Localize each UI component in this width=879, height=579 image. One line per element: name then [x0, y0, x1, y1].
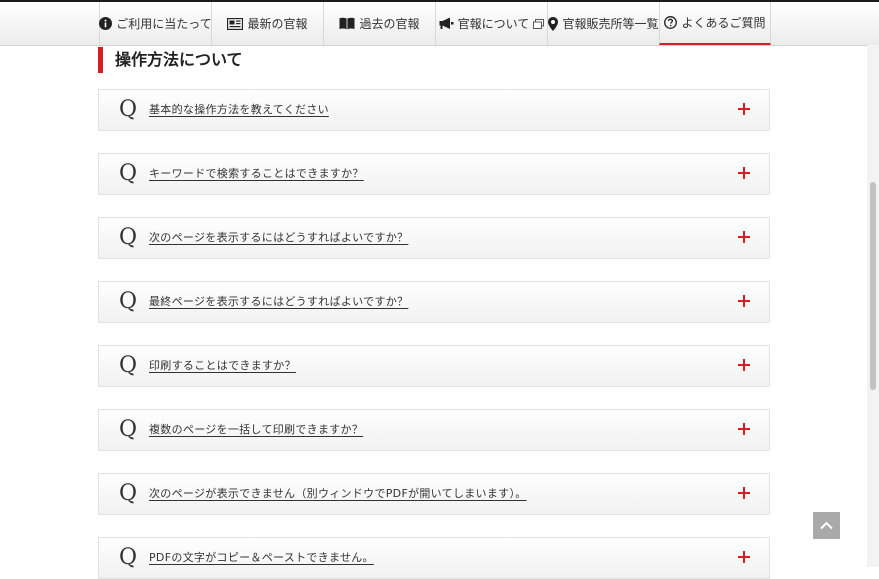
nav-item-past[interactable]: 過去の官報 [323, 2, 435, 45]
global-nav: ご利用に当たって 最新の官報 過去の官報 官報について 官報販売所等一覧 よくあ… [99, 2, 771, 45]
megaphone-icon [439, 17, 454, 30]
nav-item-label: 官報販売所等一覧 [562, 17, 659, 31]
plus-icon[interactable] [738, 103, 750, 115]
faq-item[interactable]: Q PDFの文字がコピー＆ペーストできません。 [98, 537, 770, 579]
faq-question[interactable]: 次のページが表示できません（別ウィンドウでPDFが開いてしまいます）。 [149, 486, 527, 502]
faq-item[interactable]: Q キーワードで検索することはできますか？ [98, 153, 770, 195]
nav-item-latest[interactable]: 最新の官報 [211, 2, 323, 45]
q-mark: Q [119, 161, 138, 186]
q-mark: Q [119, 353, 138, 378]
plus-icon[interactable] [738, 551, 750, 563]
newspaper-icon [227, 17, 244, 30]
plus-icon[interactable] [738, 295, 750, 307]
plus-icon[interactable] [738, 423, 750, 435]
book-icon [339, 17, 355, 30]
nav-item-label: 過去の官報 [359, 17, 420, 31]
faq-item[interactable]: Q 基本的な操作方法を教えてください [98, 89, 770, 131]
nav-item-label: ご利用に当たって [116, 17, 212, 31]
faq-item[interactable]: Q 次のページが表示できません（別ウィンドウでPDFが開いてしまいます）。 [98, 473, 770, 515]
nav-item-label: よくあるご質問 [681, 16, 766, 30]
back-to-top-button[interactable] [813, 512, 840, 539]
external-window-icon [533, 18, 545, 29]
global-nav-bar: ご利用に当たって 最新の官報 過去の官報 官報について 官報販売所等一覧 よくあ… [0, 2, 879, 46]
faq-question[interactable]: PDFの文字がコピー＆ペーストできません。 [149, 550, 374, 566]
faq-question[interactable]: 最終ページを表示するにはどうすればよいですか？ [149, 294, 408, 310]
scrollbar-thumb[interactable] [870, 182, 876, 390]
question-circle-icon [664, 16, 678, 29]
plus-icon[interactable] [738, 167, 750, 179]
q-mark: Q [119, 289, 138, 314]
nav-item-usage[interactable]: ご利用に当たって [99, 2, 212, 45]
plus-icon[interactable] [738, 359, 750, 371]
plus-icon[interactable] [738, 487, 750, 499]
vertical-scrollbar[interactable] [867, 45, 879, 567]
faq-question[interactable]: 基本的な操作方法を教えてください [149, 102, 329, 118]
nav-item-label: 最新の官報 [247, 17, 308, 31]
nav-item-sales-offices[interactable]: 官報販売所等一覧 [547, 2, 659, 45]
nav-item-label: 官報について [457, 17, 530, 31]
faq-question[interactable]: 印刷することはできますか？ [149, 358, 296, 374]
nav-item-faq[interactable]: よくあるご質問 [659, 2, 771, 45]
q-mark: Q [119, 545, 138, 570]
q-mark: Q [119, 97, 138, 122]
faq-question[interactable]: キーワードで検索することはできますか？ [149, 166, 364, 182]
plus-icon[interactable] [738, 231, 750, 243]
q-mark: Q [119, 417, 138, 442]
nav-item-about[interactable]: 官報について [435, 2, 547, 45]
q-mark: Q [119, 481, 138, 506]
chevron-up-icon [820, 521, 833, 530]
section-title: 操作方法について [98, 47, 243, 73]
faq-item[interactable]: Q 次のページを表示するにはどうすればよいですか？ [98, 217, 770, 259]
faq-item[interactable]: Q 最終ページを表示するにはどうすればよいですか？ [98, 281, 770, 323]
info-icon [99, 17, 113, 30]
faq-item[interactable]: Q 複数のページを一括して印刷できますか？ [98, 409, 770, 451]
faq-question[interactable]: 複数のページを一括して印刷できますか？ [149, 422, 363, 438]
q-mark: Q [119, 225, 138, 250]
map-pin-icon [548, 16, 559, 31]
faq-question[interactable]: 次のページを表示するにはどうすればよいですか？ [149, 230, 408, 246]
faq-item[interactable]: Q 印刷することはできますか？ [98, 345, 770, 387]
